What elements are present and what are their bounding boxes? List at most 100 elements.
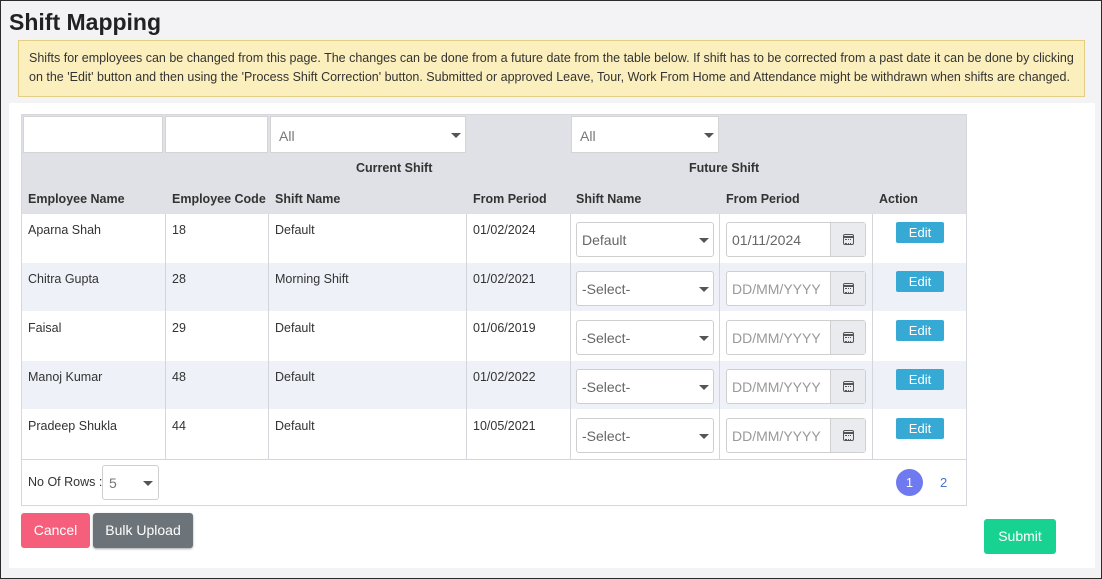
employee-code: 48 bbox=[172, 370, 186, 384]
future-from-date-field[interactable]: 01/11/2024 bbox=[726, 222, 866, 257]
col-current-from-period: From Period bbox=[473, 192, 547, 206]
future-shift-select[interactable]: -Select- bbox=[576, 369, 714, 404]
column-divider bbox=[570, 214, 571, 459]
column-divider bbox=[466, 214, 467, 459]
future-from-date-value: DD/MM/YYYY bbox=[732, 428, 821, 444]
employee-code: 44 bbox=[172, 419, 186, 433]
current-shift-name: Default bbox=[275, 419, 315, 433]
app-window: Shift Mapping Shifts for employees can b… bbox=[0, 0, 1102, 579]
rows-per-page-label: No Of Rows : bbox=[28, 475, 103, 489]
col-action: Action bbox=[879, 192, 918, 206]
employee-code: 29 bbox=[172, 321, 186, 335]
current-from-period: 01/02/2024 bbox=[473, 223, 536, 237]
edit-button[interactable]: Edit bbox=[896, 320, 944, 341]
future-shift-select[interactable]: Default bbox=[576, 222, 714, 257]
future-shift-filter[interactable]: All bbox=[571, 116, 719, 153]
bulk-upload-button[interactable]: Bulk Upload bbox=[93, 513, 193, 548]
calendar-button[interactable] bbox=[830, 370, 865, 403]
caret-down-icon bbox=[451, 133, 461, 138]
edit-button[interactable]: Edit bbox=[896, 418, 944, 439]
rows-per-page-select[interactable]: 5 bbox=[102, 465, 159, 500]
calendar-icon bbox=[843, 283, 854, 294]
calendar-icon bbox=[843, 430, 854, 441]
future-from-date-value: DD/MM/YYYY bbox=[732, 281, 821, 297]
future-from-date-field[interactable]: DD/MM/YYYY bbox=[726, 320, 866, 355]
employee-name: Pradeep Shukla bbox=[28, 419, 117, 433]
table-row: Faisal 29 Default 01/06/2019 -Select- DD… bbox=[22, 312, 966, 360]
caret-down-icon bbox=[143, 481, 153, 486]
calendar-icon bbox=[843, 381, 854, 392]
future-from-date-field[interactable]: DD/MM/YYYY bbox=[726, 369, 866, 404]
current-shift-filter[interactable]: All bbox=[270, 116, 466, 153]
page-title: Shift Mapping bbox=[9, 9, 162, 35]
current-shift-group-header: Current Shift bbox=[356, 161, 433, 175]
employee-code: 18 bbox=[172, 223, 186, 237]
employee-name: Chitra Gupta bbox=[28, 272, 99, 286]
calendar-button[interactable] bbox=[830, 272, 865, 305]
future-shift-select[interactable]: -Select- bbox=[576, 418, 714, 453]
edit-button[interactable]: Edit bbox=[896, 271, 944, 292]
caret-down-icon bbox=[699, 385, 709, 390]
calendar-button[interactable] bbox=[830, 321, 865, 354]
table-footer-divider bbox=[22, 459, 966, 460]
caret-down-icon bbox=[699, 287, 709, 292]
employee-code: 28 bbox=[172, 272, 186, 286]
column-divider bbox=[165, 214, 166, 459]
employee-code-filter[interactable] bbox=[165, 116, 268, 153]
current-shift-name: Default bbox=[275, 370, 315, 384]
future-shift-select[interactable]: -Select- bbox=[576, 320, 714, 355]
future-from-date-value: DD/MM/YYYY bbox=[732, 379, 821, 395]
col-current-shift-name: Shift Name bbox=[275, 192, 341, 206]
calendar-icon bbox=[843, 332, 854, 343]
table-row: Manoj Kumar 48 Default 01/02/2022 -Selec… bbox=[22, 361, 966, 409]
rows-per-page-value: 5 bbox=[109, 475, 117, 491]
info-notice: Shifts for employees can be changed from… bbox=[18, 40, 1085, 97]
employee-name-filter[interactable] bbox=[23, 116, 163, 153]
cancel-button[interactable]: Cancel bbox=[21, 513, 90, 548]
future-shift-filter-value: All bbox=[580, 128, 596, 144]
future-from-date-value: DD/MM/YYYY bbox=[732, 330, 821, 346]
col-employee-code: Employee Code bbox=[172, 192, 266, 206]
current-shift-filter-value: All bbox=[279, 128, 295, 144]
future-shift-value: Default bbox=[582, 232, 627, 248]
shift-mapping-table: All All Current Shift Future Shift Emplo… bbox=[21, 114, 967, 506]
calendar-icon bbox=[843, 234, 854, 245]
column-divider bbox=[268, 214, 269, 459]
current-from-period: 10/05/2021 bbox=[473, 419, 536, 433]
caret-down-icon bbox=[699, 434, 709, 439]
future-shift-value: -Select- bbox=[582, 428, 631, 444]
column-divider bbox=[719, 214, 720, 459]
edit-button[interactable]: Edit bbox=[896, 222, 944, 243]
employee-name: Faisal bbox=[28, 321, 62, 335]
future-shift-group-header: Future Shift bbox=[689, 161, 760, 175]
col-employee-name: Employee Name bbox=[28, 192, 125, 206]
column-divider bbox=[872, 214, 873, 459]
page-1-button[interactable]: 1 bbox=[896, 469, 923, 496]
table-row: Chitra Gupta 28 Morning Shift 01/02/2021… bbox=[22, 263, 966, 311]
future-from-date-field[interactable]: DD/MM/YYYY bbox=[726, 418, 866, 453]
future-from-date-value: 01/11/2024 bbox=[732, 232, 802, 248]
table-row: Aparna Shah 18 Default 01/02/2024 Defaul… bbox=[22, 214, 966, 262]
edit-button[interactable]: Edit bbox=[896, 369, 944, 390]
future-from-date-field[interactable]: DD/MM/YYYY bbox=[726, 271, 866, 306]
calendar-button[interactable] bbox=[830, 419, 865, 452]
current-from-period: 01/02/2021 bbox=[473, 272, 536, 286]
future-shift-value: -Select- bbox=[582, 379, 631, 395]
page-2-link[interactable]: 2 bbox=[940, 475, 947, 490]
current-shift-name: Default bbox=[275, 321, 315, 335]
current-shift-name: Morning Shift bbox=[275, 272, 349, 286]
caret-down-icon bbox=[704, 133, 714, 138]
current-from-period: 01/02/2022 bbox=[473, 370, 536, 384]
future-shift-value: -Select- bbox=[582, 281, 631, 297]
col-future-from-period: From Period bbox=[726, 192, 800, 206]
employee-name: Manoj Kumar bbox=[28, 370, 103, 384]
submit-button[interactable]: Submit bbox=[984, 519, 1056, 554]
caret-down-icon bbox=[699, 336, 709, 341]
caret-down-icon bbox=[699, 238, 709, 243]
calendar-button[interactable] bbox=[830, 223, 865, 256]
future-shift-value: -Select- bbox=[582, 330, 631, 346]
table-row: Pradeep Shukla 44 Default 10/05/2021 -Se… bbox=[22, 410, 966, 458]
col-future-shift-name: Shift Name bbox=[576, 192, 642, 206]
employee-name: Aparna Shah bbox=[28, 223, 101, 237]
future-shift-select[interactable]: -Select- bbox=[576, 271, 714, 306]
